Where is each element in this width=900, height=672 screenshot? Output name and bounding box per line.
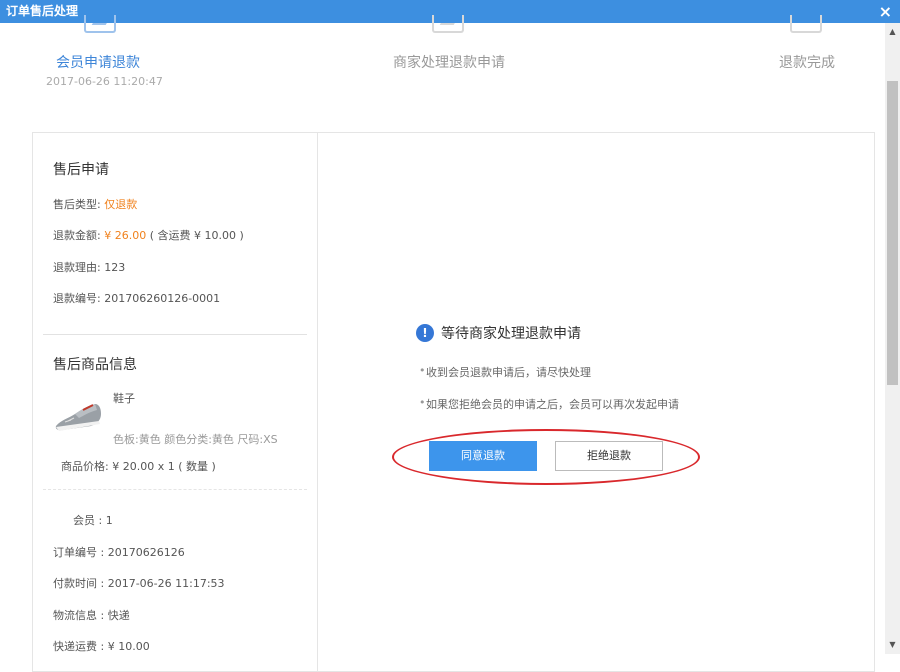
tip-item: 收到会员退款申请后，请尽快处理 bbox=[419, 364, 591, 380]
shipping-label: 快递运费 : bbox=[53, 640, 105, 653]
step-1-edit-icon bbox=[84, 15, 116, 33]
step-3-label: 退款完成 bbox=[779, 55, 835, 71]
price-label: 商品价格: bbox=[61, 460, 109, 473]
refund-reason: 退款理由: 123 bbox=[53, 259, 125, 275]
reason-value: 123 bbox=[104, 261, 126, 274]
shoe-thumbnail[interactable] bbox=[53, 390, 105, 442]
tip-item: 如果您拒绝会员的申请之后，会员可以再次发起申请 bbox=[419, 396, 679, 412]
order-no-label: 订单编号 : bbox=[53, 546, 105, 559]
refund-amount: 退款金额: ¥ 26.00 ( 含运费 ¥ 10.00 ) bbox=[53, 227, 244, 243]
shipping-fee: 快递运费 : ¥ 10.00 bbox=[53, 638, 150, 654]
pay-time-label: 付款时间 : bbox=[53, 577, 105, 590]
product-info-title: 售后商品信息 bbox=[53, 357, 137, 373]
vertical-scrollbar[interactable]: ▲ ▼ bbox=[885, 23, 900, 654]
amount-value: ¥ 26.00 bbox=[104, 229, 147, 242]
type-label: 售后类型: bbox=[53, 198, 101, 211]
pay-time: 付款时间 : 2017-06-26 11:17:53 bbox=[53, 575, 225, 591]
scroll-up-icon[interactable]: ▲ bbox=[885, 25, 900, 39]
window-title: 订单售后处理 bbox=[6, 4, 79, 18]
dashed-divider bbox=[43, 489, 307, 490]
order-number: 订单编号 : 20170626126 bbox=[53, 544, 185, 560]
member-label: 会员 : bbox=[73, 514, 103, 527]
type-value: 仅退款 bbox=[104, 198, 138, 211]
refund-number: 退款编号: 201706260126-0001 bbox=[53, 290, 220, 306]
product-spec: 色板:黄色 颜色分类:黄色 尺码:XS bbox=[113, 433, 278, 446]
amount-label: 退款金额: bbox=[53, 229, 101, 242]
status-title: 等待商家处理退款申请 bbox=[441, 326, 581, 342]
step-2-label: 商家处理退款申请 bbox=[393, 55, 505, 71]
amount-note: ( 含运费 ¥ 10.00 ) bbox=[149, 229, 244, 242]
logistics-value: 快递 bbox=[107, 609, 130, 622]
reject-refund-button[interactable]: 拒绝退款 bbox=[555, 441, 663, 471]
price-value: ¥ 20.00 x 1 ( 数量 ) bbox=[112, 460, 216, 473]
product-name: 鞋子 bbox=[113, 392, 135, 405]
action-column: ! 等待商家处理退款申请 收到会员退款申请后，请尽快处理 如果您拒绝会员的申请之… bbox=[318, 133, 875, 671]
logistics-info: 物流信息 : 快递 bbox=[53, 607, 130, 623]
after-sale-type: 售后类型: 仅退款 bbox=[53, 196, 137, 212]
scroll-down-icon[interactable]: ▼ bbox=[885, 638, 900, 652]
number-label: 退款编号: bbox=[53, 292, 101, 305]
order-member: 会员 : 1 bbox=[73, 512, 113, 528]
step-1-label: 会员申请退款 bbox=[56, 55, 140, 71]
status-heading: ! 等待商家处理退款申请 bbox=[416, 323, 581, 343]
step-1-time: 2017-06-26 11:20:47 bbox=[46, 75, 163, 88]
close-icon[interactable]: × bbox=[879, 0, 892, 23]
step-3-done-icon bbox=[790, 15, 822, 33]
number-value: 201706260126-0001 bbox=[104, 292, 221, 305]
step-2-edit-icon bbox=[432, 15, 464, 33]
progress-steps: 会员申请退款 2017-06-26 11:20:47 商家处理退款申请 退款完成 bbox=[0, 15, 885, 113]
pay-time-value: 2017-06-26 11:17:53 bbox=[107, 577, 225, 590]
logistics-label: 物流信息 : bbox=[53, 609, 105, 622]
section-divider bbox=[43, 334, 307, 335]
after-sale-title: 售后申请 bbox=[53, 162, 109, 178]
product-price: 商品价格: ¥ 20.00 x 1 ( 数量 ) bbox=[61, 458, 216, 474]
scrollbar-thumb[interactable] bbox=[887, 81, 898, 385]
order-no-value: 20170626126 bbox=[107, 546, 185, 559]
after-sale-panel: 售后申请 售后类型: 仅退款 退款金额: ¥ 26.00 ( 含运费 ¥ 10.… bbox=[32, 132, 875, 672]
member-value: 1 bbox=[105, 514, 113, 527]
shipping-value: ¥ 10.00 bbox=[107, 640, 150, 653]
agree-refund-button[interactable]: 同意退款 bbox=[429, 441, 537, 471]
reason-label: 退款理由: bbox=[53, 261, 101, 274]
info-column: 售后申请 售后类型: 仅退款 退款金额: ¥ 26.00 ( 含运费 ¥ 10.… bbox=[33, 133, 318, 671]
info-alert-icon: ! bbox=[416, 324, 434, 342]
